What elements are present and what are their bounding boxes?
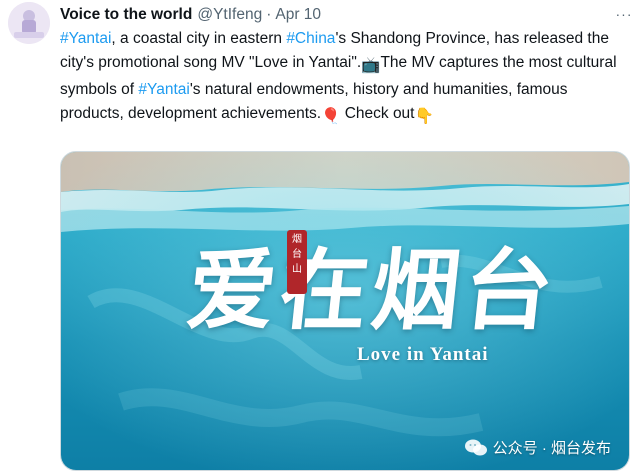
tweet-text-segment: , a coastal city in eastern bbox=[111, 30, 287, 47]
tweet-text: #Yantai, a coastal city in eastern #Chin… bbox=[60, 27, 630, 129]
author-name[interactable]: Voice to the world bbox=[60, 6, 192, 24]
more-icon: ··· bbox=[615, 6, 633, 22]
emoji: 🎈 bbox=[321, 108, 341, 125]
tweet-date[interactable]: Apr 10 bbox=[275, 6, 321, 24]
hashtag-link[interactable]: #Yantai bbox=[60, 30, 111, 47]
watermark-text: 公众号 · 烟台发布 bbox=[492, 440, 611, 457]
emoji: 👇 bbox=[414, 108, 434, 125]
wechat-watermark: 公众号 · 烟台发布 bbox=[464, 437, 611, 458]
author-handle[interactable]: @YtIfeng bbox=[197, 6, 262, 24]
hashtag-link[interactable]: #China bbox=[286, 30, 335, 47]
header-separator: · bbox=[266, 6, 272, 23]
more-options-button[interactable]: ··· bbox=[612, 4, 636, 24]
tweet-header: Voice to the world @YtIfeng · Apr 10 bbox=[60, 4, 634, 26]
red-seal-stamp: 烟台山 bbox=[287, 230, 307, 294]
hashtag-link[interactable]: #Yantai bbox=[138, 81, 189, 98]
wechat-icon bbox=[464, 439, 487, 457]
tweet-text-segment: Check out bbox=[340, 105, 415, 122]
avatar-image bbox=[8, 2, 50, 44]
author-avatar[interactable] bbox=[8, 2, 50, 44]
tweet-media-image[interactable]: 爱在烟台 烟台山 Love in Yantai 公众号 · 烟台发布 bbox=[60, 151, 630, 471]
mv-title-chinese: 爱在烟台 bbox=[182, 238, 562, 342]
mv-title-english: Love in Yantai bbox=[357, 344, 489, 365]
emoji: 📺 bbox=[361, 57, 381, 74]
